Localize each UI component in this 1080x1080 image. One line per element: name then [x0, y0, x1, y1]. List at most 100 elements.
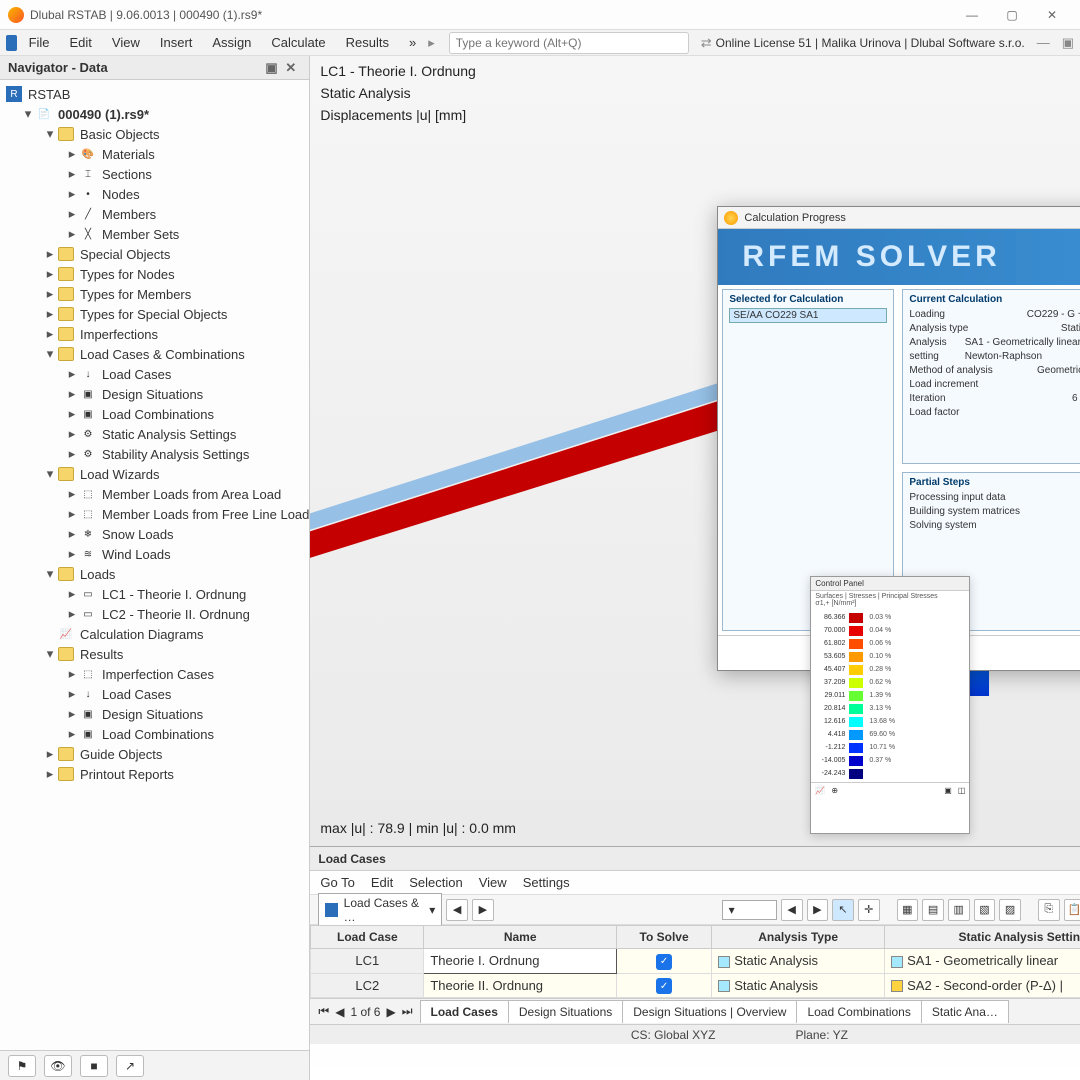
tree-item[interactable]: ▸Special Objects [0, 244, 309, 264]
tree-item[interactable]: ▸▣Design Situations [0, 384, 309, 404]
tree-item[interactable]: ▸╳Member Sets [0, 224, 309, 244]
menu-dropdown-icon[interactable]: ▸ [428, 35, 435, 51]
tree-item[interactable]: ▸⬚Imperfection Cases [0, 664, 309, 684]
window-restore-icon[interactable]: — [1037, 35, 1050, 51]
cp-plus-icon[interactable]: ⊕ [831, 786, 838, 795]
tab-load-combinations[interactable]: Load Combinations [796, 1000, 921, 1023]
tree-item[interactable]: ▸↓Load Cases [0, 684, 309, 704]
tree-item[interactable]: ▾Load Wizards [0, 464, 309, 484]
window-max-icon[interactable]: ▣ [1062, 35, 1074, 51]
tab-nav-last[interactable]: ⏭ [402, 1004, 413, 1019]
calc-selected-row[interactable]: SE/AA CO229 SA1 [729, 308, 887, 323]
calc-dialog-titlebar[interactable]: Calculation Progress ? ✕ [718, 207, 1080, 229]
tab-nav-first[interactable]: ⏮ [318, 1004, 329, 1019]
cp-settings-icon[interactable]: ◫ [958, 786, 966, 795]
solve-checkbox[interactable]: ✓ [656, 978, 672, 994]
lc-tb-c[interactable]: ▥ [948, 899, 970, 921]
tree-item[interactable]: ▸▣Load Combinations [0, 724, 309, 744]
menu-calculate[interactable]: Calculate [263, 32, 333, 53]
tree-item[interactable]: ▸╱Members [0, 204, 309, 224]
tree-item[interactable]: ▸↓Load Cases [0, 364, 309, 384]
lc-tb-copy[interactable]: ⎘ [1038, 899, 1060, 921]
load-cases-table[interactable]: Load Case Name To Solve Analysis Type St… [310, 925, 1080, 998]
tree-item[interactable]: ▸▭LC2 - Theorie II. Ordnung [0, 604, 309, 624]
table-row[interactable]: LC1Theorie I. Ordnung✓Static AnalysisSA1… [311, 949, 1080, 974]
tree-item[interactable]: ▸≋Wind Loads [0, 544, 309, 564]
menu-view[interactable]: View [104, 32, 148, 53]
model-viewport[interactable]: LC1 - Theorie I. Ordnung Static Analysis… [310, 56, 1080, 846]
tree-item[interactable]: ▸Types for Special Objects [0, 304, 309, 324]
nav-foot-graph[interactable]: ↗ [116, 1055, 144, 1077]
close-button[interactable]: ✕ [1032, 0, 1072, 30]
navigator-undock-icon[interactable]: ▣ [265, 60, 281, 76]
menu-file[interactable]: File [21, 32, 58, 53]
lc-tb-paste[interactable]: 📋 [1064, 899, 1080, 921]
lc-tb-a[interactable]: ▦ [897, 899, 919, 921]
nav-foot-eye[interactable]: 👁 [44, 1055, 72, 1077]
lc-tb-b[interactable]: ▤ [922, 899, 944, 921]
lc-menu-goto[interactable]: Go To [320, 875, 354, 890]
tree-item[interactable]: ▸❄Snow Loads [0, 524, 309, 544]
menu-insert[interactable]: Insert [152, 32, 201, 53]
tab-load-cases[interactable]: Load Cases [420, 1000, 509, 1023]
tree-item[interactable]: ▸🎨Materials [0, 144, 309, 164]
nav-foot-camera[interactable]: ■ [80, 1055, 108, 1077]
lc-tb-cursor[interactable]: ✛ [858, 899, 880, 921]
menu-edit[interactable]: Edit [62, 32, 100, 53]
tree-item[interactable]: ▸Types for Members [0, 284, 309, 304]
lc-tb-1[interactable]: ◀ [781, 899, 803, 921]
lc-tb-2[interactable]: ▶ [807, 899, 829, 921]
lc-filter-combo[interactable]: ▾ [722, 900, 777, 920]
tree-item[interactable]: ▸Types for Nodes [0, 264, 309, 284]
tree-item[interactable]: ▸Printout Reports [0, 764, 309, 784]
tree-item[interactable]: ▸⬚Member Loads from Area Load [0, 484, 309, 504]
solve-checkbox[interactable]: ✓ [656, 954, 672, 970]
lc-menu-edit[interactable]: Edit [371, 875, 393, 890]
keyword-search[interactable] [449, 32, 689, 54]
lc-menu-settings[interactable]: Settings [523, 875, 570, 890]
tree-item[interactable]: ▸⌶Sections [0, 164, 309, 184]
maximize-button[interactable]: ▢ [992, 0, 1032, 30]
table-row[interactable]: LC2Theorie II. Ordnung✓Static AnalysisSA… [311, 973, 1080, 998]
tree-item[interactable]: ▸⚙Static Analysis Settings [0, 424, 309, 444]
control-panel-dialog[interactable]: Control Panel Surfaces | Stresses | Prin… [810, 576, 970, 834]
navigator-tree[interactable]: RRSTAB▾📄000490 (1).rs9*▾Basic Objects▸🎨M… [0, 80, 309, 1050]
lc-tb-d[interactable]: ▧ [974, 899, 996, 921]
tab-design-situations[interactable]: Design Situations [508, 1000, 623, 1023]
search-go-icon[interactable]: ⇄ [701, 35, 712, 51]
lc-combo[interactable]: Load Cases & … ▾ [318, 893, 442, 927]
tree-item[interactable]: ▾Load Cases & Combinations [0, 344, 309, 364]
tree-item[interactable]: ▸Guide Objects [0, 744, 309, 764]
tab-nav-next[interactable]: ▶ [386, 1005, 395, 1019]
cp-graph-icon[interactable]: 📈 [815, 786, 825, 795]
navigator-close-icon[interactable]: ✕ [285, 60, 301, 76]
tree-item[interactable]: ▾Results [0, 644, 309, 664]
lc-tb-select[interactable]: ↖ [832, 899, 854, 921]
tree-item[interactable]: ▾Loads [0, 564, 309, 584]
tree-file[interactable]: ▾📄000490 (1).rs9* [0, 104, 309, 124]
tab-design-overview[interactable]: Design Situations | Overview [622, 1000, 797, 1023]
tree-item[interactable]: ▾Basic Objects [0, 124, 309, 144]
tree-root[interactable]: RRSTAB [0, 84, 309, 104]
lc-menu-view[interactable]: View [479, 875, 507, 890]
menu-assign[interactable]: Assign [204, 32, 259, 53]
lc-next-button[interactable]: ▶ [472, 899, 494, 921]
tab-static-analysis[interactable]: Static Ana… [921, 1000, 1009, 1023]
tree-item[interactable]: 📈Calculation Diagrams [0, 624, 309, 644]
tree-item[interactable]: ▸⬚Member Loads from Free Line Load [0, 504, 309, 524]
search-input[interactable] [449, 32, 689, 54]
lc-tb-e[interactable]: ▨ [999, 899, 1021, 921]
tree-item[interactable]: ▸▣Load Combinations [0, 404, 309, 424]
tree-item[interactable]: ▸⚙Stability Analysis Settings [0, 444, 309, 464]
tree-item[interactable]: ▸•Nodes [0, 184, 309, 204]
menu-results[interactable]: Results [338, 32, 397, 53]
lc-menu-selection[interactable]: Selection [409, 875, 462, 890]
nav-foot-flag[interactable]: ⚑ [8, 1055, 36, 1077]
minimize-button[interactable]: — [952, 0, 992, 30]
menu-more[interactable]: » [401, 32, 424, 53]
tree-item[interactable]: ▸Imperfections [0, 324, 309, 344]
tab-nav-prev[interactable]: ◀ [335, 1005, 344, 1019]
tree-item[interactable]: ▸▣Design Situations [0, 704, 309, 724]
cp-restore-icon[interactable]: ▣ [944, 786, 952, 795]
lc-prev-button[interactable]: ◀ [446, 899, 468, 921]
